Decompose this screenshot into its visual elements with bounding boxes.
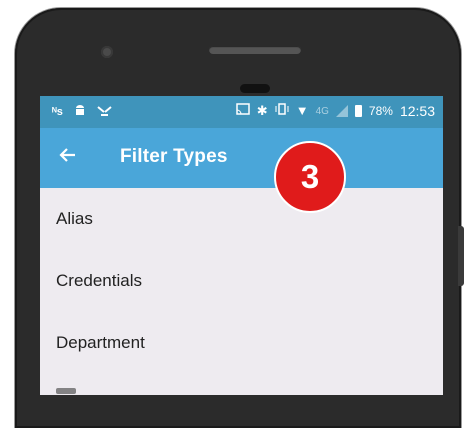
list-item-alias[interactable]: Alias	[40, 188, 443, 250]
front-camera	[101, 46, 113, 58]
battery-icon	[354, 105, 362, 117]
cast-icon	[236, 103, 250, 119]
page-title: Filter Types	[120, 146, 228, 167]
phone-screen: ᴺs ✱ ▼ 4G 78% 12:53 Filter Types Alias C…	[40, 96, 443, 395]
list-item-partial[interactable]	[40, 374, 443, 394]
earpiece-speaker	[209, 46, 301, 54]
power-button	[458, 226, 464, 286]
annotation-badge: 3	[274, 141, 346, 213]
battery-percent: 78%	[368, 104, 393, 118]
list-item-label: Alias	[56, 209, 93, 228]
list-item-label: Credentials	[56, 271, 142, 290]
ts-icon: ᴺs	[52, 106, 63, 118]
proximity-sensor	[240, 84, 270, 93]
wifi-off-icon	[97, 103, 112, 121]
list-item-department[interactable]: Department	[40, 312, 443, 374]
arrow-left-icon[interactable]	[58, 141, 76, 171]
wifi-icon: ▼	[295, 103, 309, 118]
list-item-partial-text	[56, 388, 76, 394]
bluetooth-icon: ✱	[256, 103, 268, 118]
vibrate-icon	[275, 103, 289, 119]
filter-type-list: Alias Credentials Department	[40, 188, 443, 394]
android-icon	[73, 103, 87, 121]
signal-icon	[335, 105, 348, 117]
status-bar: ᴺs ✱ ▼ 4G 78% 12:53	[40, 96, 443, 128]
app-bar: Filter Types	[40, 128, 443, 188]
list-item-credentials[interactable]: Credentials	[40, 250, 443, 312]
list-item-label: Department	[56, 333, 145, 352]
clock-time: 12:53	[399, 103, 435, 119]
network-type: 4G	[315, 105, 329, 117]
